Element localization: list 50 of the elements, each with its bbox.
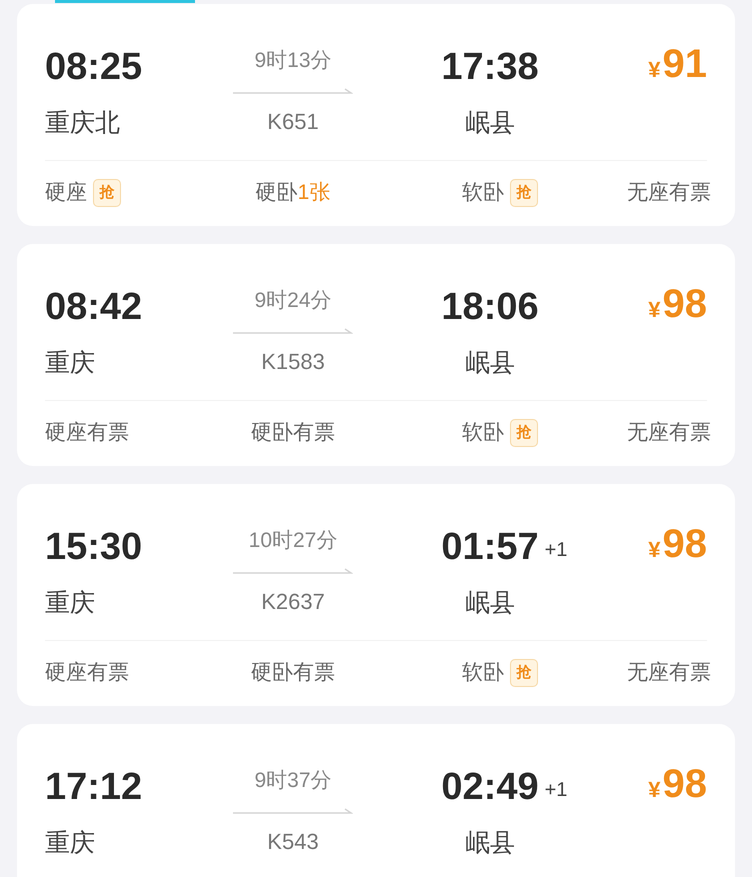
seat-label: 无座有票 <box>627 180 711 206</box>
seat-label: 软卧 <box>462 180 504 206</box>
price: ¥98 <box>648 522 707 566</box>
seat-label: 软卧 <box>462 420 504 446</box>
seat-label: 硬座 <box>45 180 87 206</box>
train-card[interactable]: 08:25 重庆北 9时13分 K651 17:38 岷县 ¥91 硬座 抢 硬卧1张 软卧 抢 无座有票 <box>17 4 735 226</box>
departure-time: 17:12 <box>45 765 144 809</box>
arrival-station: 岷县 <box>465 588 515 619</box>
duration: 9时13分 <box>254 48 332 74</box>
train-number: K651 <box>267 108 319 136</box>
duration: 9时24分 <box>254 288 332 314</box>
arrival-time: 02:49 <box>441 766 539 808</box>
seat-label: 软卧 <box>462 660 504 686</box>
next-day-mark: +1 <box>544 538 568 563</box>
seat-label: 硬卧有票 <box>251 420 335 446</box>
arrival-station: 岷县 <box>465 108 515 139</box>
seat-label: 硬座有票 <box>45 420 129 446</box>
arrival-station: 岷县 <box>465 828 515 859</box>
seat-label: 硬卧1张 <box>256 180 330 206</box>
train-card[interactable]: 15:30 重庆 10时27分 K2637 01:57+1 岷县 ¥98 硬座有票 硬卧有票 软卧 抢 无座有票 <box>17 484 735 706</box>
seat-label: 硬卧有票 <box>251 660 335 686</box>
departure-station: 重庆北 <box>45 108 121 139</box>
arrival-station: 岷县 <box>465 348 515 379</box>
departure-time: 08:25 <box>45 45 144 89</box>
train-number: K2637 <box>261 588 325 616</box>
departure-station: 重庆 <box>45 348 96 379</box>
grab-badge: 抢 <box>93 179 121 207</box>
seat-label: 无座有票 <box>627 660 711 686</box>
duration: 10时27分 <box>248 528 338 554</box>
train-card[interactable]: 17:12 重庆 9时37分 K543 02:49+1 岷县 ¥98 <box>17 724 735 877</box>
seat-label: 无座有票 <box>627 420 711 446</box>
departure-time: 15:30 <box>45 525 144 569</box>
departure-station: 重庆 <box>45 828 96 859</box>
arrival-time: 17:38 <box>441 46 539 88</box>
price: ¥98 <box>648 762 707 806</box>
grab-badge: 抢 <box>510 659 538 687</box>
duration: 9时37分 <box>254 768 332 794</box>
train-card[interactable]: 08:42 重庆 9时24分 K1583 18:06 岷县 ¥98 硬座有票 硬卧有票 软卧 抢 无座有票 <box>17 244 735 466</box>
arrival-time: 01:57 <box>441 526 539 568</box>
arrival-time: 18:06 <box>441 286 539 328</box>
train-number: K543 <box>267 828 319 856</box>
price: ¥98 <box>648 282 707 326</box>
next-day-mark: +1 <box>544 778 568 803</box>
departure-station: 重庆 <box>45 588 96 619</box>
grab-badge: 抢 <box>510 179 538 207</box>
train-number: K1583 <box>261 348 325 376</box>
departure-time: 08:42 <box>45 285 144 329</box>
price: ¥91 <box>648 42 707 86</box>
seat-label: 硬座有票 <box>45 660 129 686</box>
grab-badge: 抢 <box>510 419 538 447</box>
